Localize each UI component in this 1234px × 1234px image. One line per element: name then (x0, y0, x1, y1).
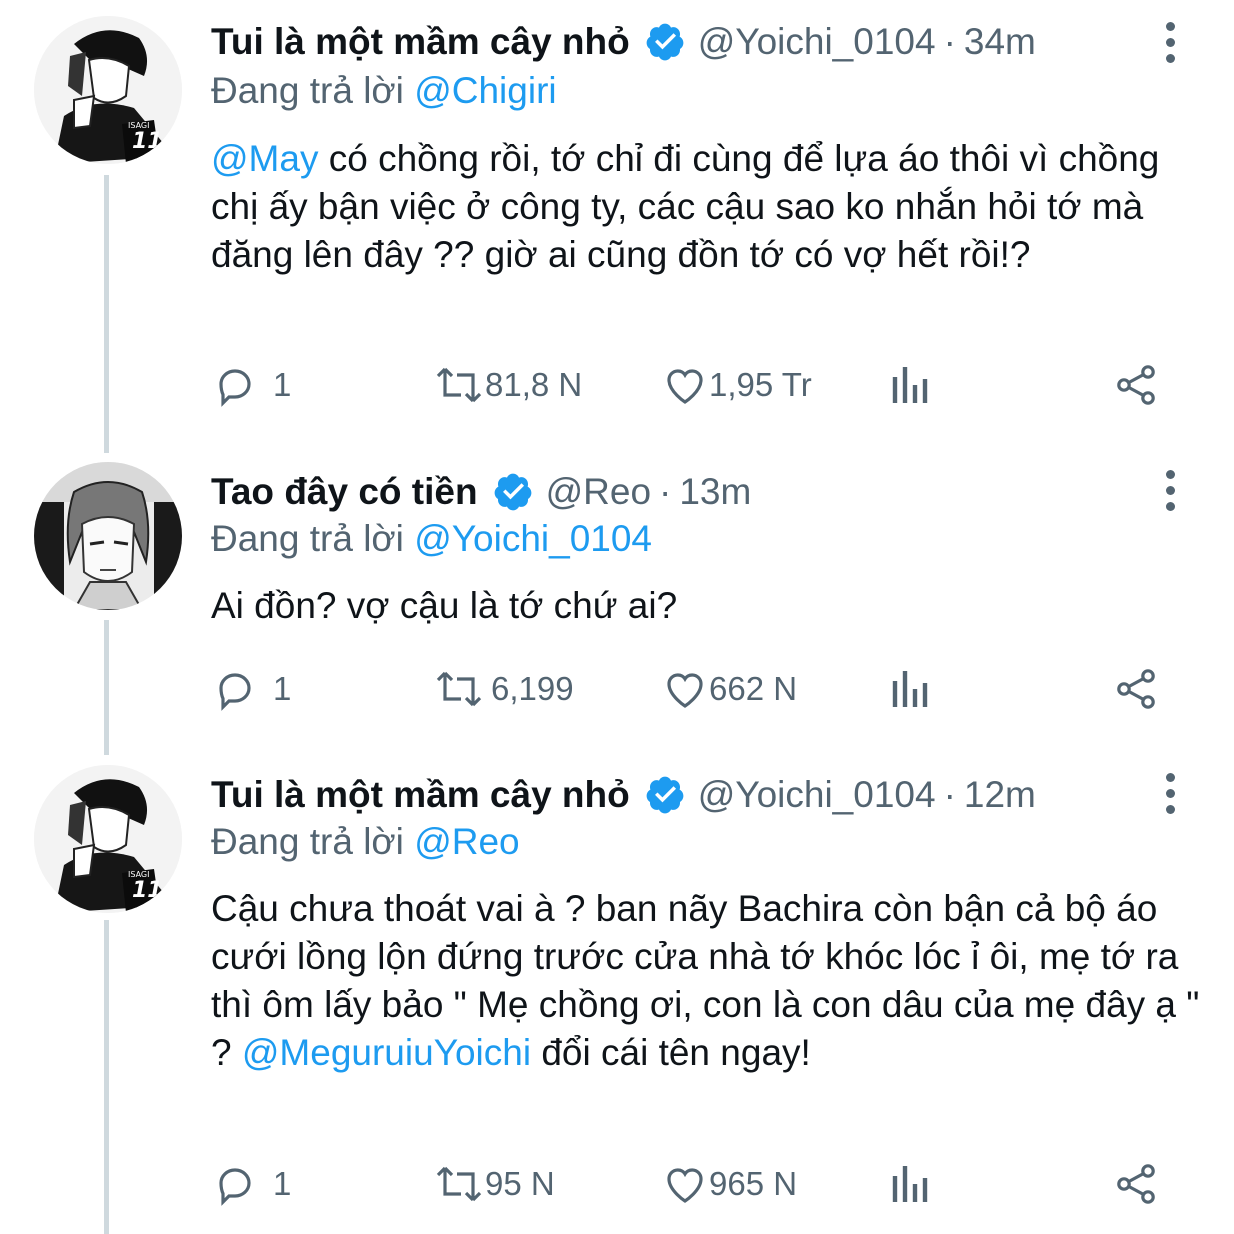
svg-text:11: 11 (132, 129, 163, 154)
retweet-icon (436, 671, 482, 707)
mention-link[interactable]: @MeguruiuYoichi (242, 1032, 531, 1073)
analytics-icon (892, 367, 928, 403)
avatar[interactable]: 11 ISAGI (34, 16, 182, 164)
tweet-text-body-end: đổi cái tên ngay! (531, 1032, 811, 1073)
replying-to-mention[interactable]: @Reo (414, 821, 519, 862)
tweet-text: Cậu chưa thoát vai à ? ban nãy Bachira c… (211, 885, 1201, 1077)
reply-button[interactable]: 1 (211, 664, 291, 714)
display-name[interactable]: Tao đây có tiền (211, 471, 478, 513)
verified-badge-icon (646, 776, 684, 814)
like-button[interactable]: 1,95 Tr (661, 360, 812, 410)
tweet[interactable]: Tao đây có tiền @Reo · 13m Đang trả lời … (0, 462, 1234, 752)
replying-to-mention[interactable]: @Yoichi_0104 (414, 518, 652, 559)
svg-text:ISAGI: ISAGI (128, 870, 149, 879)
retweet-icon (436, 367, 482, 403)
tweet-header: Tao đây có tiền @Reo · 13m (211, 466, 751, 518)
tweet-text-body: Ai đồn? vợ cậu là tớ chứ ai? (211, 585, 678, 626)
tweet-text-body: có chồng rồi, tớ chỉ đi cùng để lựa áo t… (211, 138, 1160, 275)
analytics-icon (892, 1166, 928, 1202)
analytics-button[interactable] (889, 664, 933, 714)
tweet-text: @May có chồng rồi, tớ chỉ đi cùng để lựa… (211, 135, 1201, 279)
tweet[interactable]: 11 ISAGI Tui là một mầm cây nhỏ @Yoichi_… (0, 0, 1234, 440)
replying-to: Đang trả lời @Chigiri (211, 70, 557, 112)
retweet-count: 95 N (485, 1165, 555, 1202)
analytics-button[interactable] (889, 360, 933, 410)
manga-avatar-isagi-icon: 11 ISAGI (34, 765, 182, 913)
replying-to-label: Đang trả lời (211, 70, 404, 111)
verified-badge-icon (494, 473, 531, 511)
share-icon (1117, 365, 1155, 405)
reply-icon (219, 673, 251, 711)
display-name[interactable]: Tui là một mầm cây nhỏ (211, 774, 630, 816)
tweet-header: Tui là một mầm cây nhỏ @Yoichi_0104 · 12… (211, 769, 1036, 821)
reply-count: 1 (273, 1165, 292, 1202)
manga-avatar-isagi-icon: 11 ISAGI (34, 16, 182, 164)
separator-dot: · (943, 21, 956, 62)
svg-text:ISAGI: ISAGI (128, 121, 149, 130)
separator-dot: · (659, 471, 672, 512)
tweet-actions: 1 95 N 965 N (211, 1159, 1171, 1209)
analytics-button[interactable] (889, 1159, 933, 1209)
avatar[interactable]: 11 ISAGI (34, 765, 182, 913)
reply-button[interactable]: 1 (211, 360, 291, 410)
tweet-actions: 1 6,199 662 N (211, 664, 1171, 714)
tweet-actions: 1 81,8 N 1,95 Tr (211, 360, 1171, 410)
share-button[interactable] (1111, 664, 1161, 714)
replying-to-label: Đang trả lời (211, 518, 404, 559)
tweet[interactable]: 11 ISAGI Tui là một mầm cây nhỏ @Yoichi_… (0, 765, 1234, 1234)
handle[interactable]: @Reo (546, 471, 651, 513)
heart-icon (667, 369, 703, 404)
reply-count: 1 (273, 670, 292, 707)
retweet-count: 81,8 N (485, 366, 583, 403)
reply-icon (219, 1168, 251, 1206)
timestamp[interactable]: 12m (964, 774, 1036, 816)
tweet-header: Tui là một mầm cây nhỏ @Yoichi_0104 · 34… (211, 16, 1036, 68)
heart-icon (667, 673, 703, 708)
separator-dot: · (943, 774, 956, 815)
share-icon (1117, 1164, 1155, 1204)
avatar[interactable] (34, 462, 182, 610)
retweet-button[interactable]: 6,199 (433, 664, 574, 714)
retweet-button[interactable]: 81,8 N (433, 360, 582, 410)
like-count: 662 N (709, 670, 798, 707)
like-count: 965 N (709, 1165, 798, 1202)
reply-count: 1 (273, 366, 292, 403)
more-options-icon[interactable] (1160, 773, 1180, 817)
heart-icon (667, 1168, 703, 1203)
retweet-count: 6,199 (491, 670, 574, 707)
reply-icon (219, 369, 251, 407)
handle[interactable]: @Yoichi_0104 (698, 21, 936, 63)
handle[interactable]: @Yoichi_0104 (698, 774, 936, 816)
mention-link[interactable]: @May (211, 138, 318, 179)
manga-avatar-reo-icon (34, 462, 182, 610)
verified-badge-icon (646, 23, 684, 61)
reply-button[interactable]: 1 (211, 1159, 291, 1209)
analytics-icon (892, 671, 928, 707)
like-count: 1,95 Tr (709, 366, 812, 403)
replying-to: Đang trả lời @Reo (211, 821, 520, 863)
replying-to: Đang trả lời @Yoichi_0104 (211, 518, 652, 560)
more-options-icon[interactable] (1160, 22, 1180, 66)
timestamp[interactable]: 34m (964, 21, 1036, 63)
replying-to-label: Đang trả lời (211, 821, 404, 862)
retweet-icon (436, 1166, 482, 1202)
retweet-button[interactable]: 95 N (433, 1159, 555, 1209)
display-name[interactable]: Tui là một mầm cây nhỏ (211, 21, 630, 63)
like-button[interactable]: 662 N (661, 664, 797, 714)
timestamp[interactable]: 13m (679, 471, 751, 513)
share-button[interactable] (1111, 1159, 1161, 1209)
tweet-text: Ai đồn? vợ cậu là tớ chứ ai? (211, 582, 1201, 630)
svg-text:11: 11 (132, 878, 163, 903)
more-options-icon[interactable] (1160, 470, 1180, 514)
replying-to-mention[interactable]: @Chigiri (414, 70, 556, 111)
share-button[interactable] (1111, 360, 1161, 410)
share-icon (1117, 669, 1155, 709)
like-button[interactable]: 965 N (661, 1159, 797, 1209)
